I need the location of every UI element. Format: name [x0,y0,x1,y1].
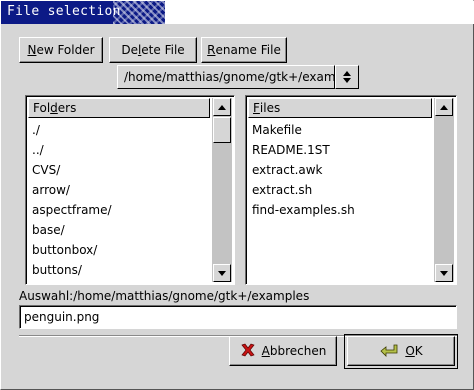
folder-item[interactable]: ./ [28,120,210,140]
files-scrollbar[interactable] [434,98,454,282]
window-title: File selection [7,4,121,19]
file-selection-dialog: File selection New Folder De l ete File Re… [0,0,474,390]
path-label[interactable]: /home/matthias/gnome/gtk+/examples [117,65,335,89]
folders-scrollbar[interactable] [212,98,232,282]
files-list: Files Makefile README.1ST extract.awk ex… [245,95,457,285]
ok-button[interactable]: OK [347,336,455,366]
cancel-label: bbrechen [269,344,327,358]
new-folder-mnemonic: N [27,43,37,57]
folder-item[interactable]: buttons/ [28,260,210,280]
rename-file-mnemonic: R [207,43,216,57]
title-bar[interactable]: File selection [1,1,474,24]
file-item[interactable]: Makefile [248,120,432,140]
folder-item[interactable]: arrow/ [28,180,210,200]
file-item[interactable]: extract.sh [248,180,432,200]
ok-mnemonic: O [405,344,415,358]
new-folder-button[interactable]: New Folder [19,37,103,63]
path-arrows[interactable] [335,65,359,89]
delete-file-button[interactable]: De l ete File [109,37,197,63]
folder-item[interactable]: buttonbox/ [28,240,210,260]
files-scroll-up-button[interactable] [435,98,453,116]
cancel-mnemonic: A [261,344,270,358]
delete-file-label: ete File [141,43,185,57]
scroll-down-icon [440,270,448,276]
folders-header-pre: Fol [33,101,51,115]
arrow-up-icon [343,71,351,76]
selection-label: Auswahl:/home/matthias/gnome/gtk+/exampl… [19,289,310,303]
arrow-down-icon [343,78,351,83]
rename-file-button[interactable]: Rename File [201,37,287,63]
file-item[interactable]: extract.awk [248,160,432,180]
title-bar-pattern [113,1,165,24]
folders-header-mnemonic: d [50,101,58,115]
files-scroll-down-button[interactable] [435,264,453,282]
files-header-label: iles [259,101,281,115]
folders-scroll-up-button[interactable] [213,98,231,116]
folder-item[interactable]: aspectframe/ [28,200,210,220]
check-icon [379,342,399,361]
cross-icon [240,342,256,361]
folders-list: Fol d ers ./ ../ CVS/ arrow/ aspectframe/ … [25,95,235,285]
file-item[interactable]: find-examples.sh [248,200,432,220]
folders-scroll-down-button[interactable] [213,264,231,282]
files-header-mnemonic: F [253,101,260,115]
folders-header[interactable]: Fol d ers [28,98,210,118]
folders-list-body: ./ ../ CVS/ arrow/ aspectframe/ base/ bu… [28,120,210,282]
delete-file-label-pre: De [121,43,138,57]
scroll-up-icon [440,104,448,110]
selection-input[interactable] [19,305,457,329]
folder-item[interactable]: base/ [28,220,210,240]
path-selector[interactable]: /home/matthias/gnome/gtk+/examples [117,65,359,89]
scroll-up-icon [218,104,226,110]
files-list-body: Makefile README.1ST extract.awk extract.… [248,120,432,282]
files-header[interactable]: Files [248,98,432,118]
folder-item[interactable]: CVS/ [28,160,210,180]
folders-header-label: ers [57,101,77,115]
ok-label: K [414,344,423,358]
title-bar-blank [165,1,474,24]
scroll-down-icon [218,270,226,276]
cancel-button[interactable]: Abbrechen [229,336,337,366]
folders-scroll-thumb[interactable] [213,117,231,143]
rename-file-label: ename File [215,43,281,57]
folder-item[interactable]: ../ [28,140,210,160]
new-folder-label: ew Folder [36,43,95,57]
file-item[interactable]: README.1ST [248,140,432,160]
